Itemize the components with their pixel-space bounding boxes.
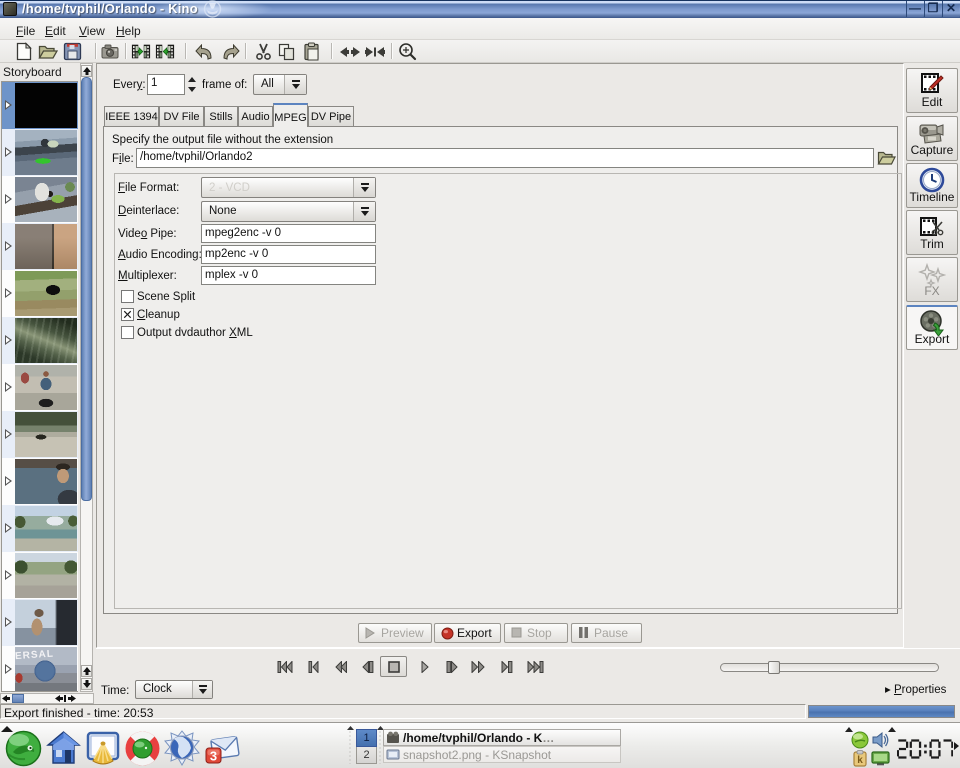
svg-text:3: 3 <box>210 749 217 764</box>
svg-text:k: k <box>857 755 863 766</box>
